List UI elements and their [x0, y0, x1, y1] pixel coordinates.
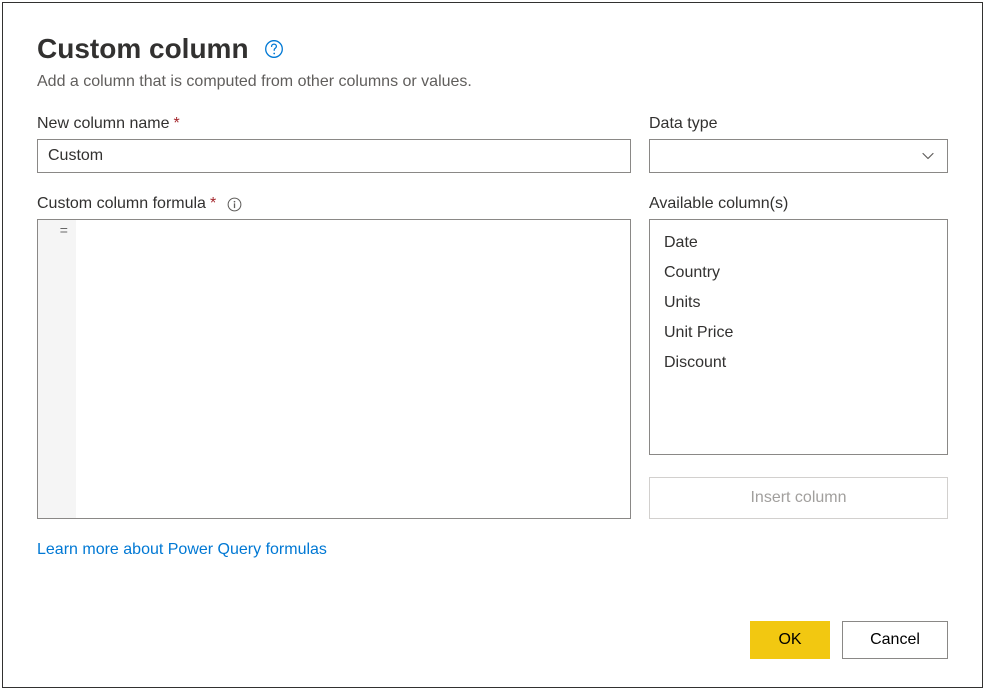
required-mark-icon: *: [174, 115, 180, 133]
new-column-name-label-text: New column name: [37, 115, 170, 133]
ok-button[interactable]: OK: [750, 621, 830, 659]
list-item[interactable]: Country: [664, 258, 933, 288]
footer-buttons: OK Cancel: [750, 621, 948, 659]
cancel-button[interactable]: Cancel: [842, 621, 948, 659]
learn-more-link[interactable]: Learn more about Power Query formulas: [37, 541, 327, 559]
formula-textarea[interactable]: [76, 220, 630, 518]
insert-column-button[interactable]: Insert column: [649, 477, 948, 519]
list-item[interactable]: Discount: [664, 348, 933, 378]
data-type-label: Data type: [649, 115, 948, 133]
info-icon[interactable]: [226, 196, 242, 212]
list-item[interactable]: Unit Price: [664, 318, 933, 348]
dialog-description: Add a column that is computed from other…: [37, 73, 948, 91]
dialog-title: Custom column: [37, 33, 249, 65]
custom-column-formula-label: Custom column formula *: [37, 195, 631, 213]
formula-editor[interactable]: =: [37, 219, 631, 519]
custom-column-formula-label-text: Custom column formula: [37, 195, 206, 213]
help-icon[interactable]: [263, 38, 285, 60]
list-item[interactable]: Units: [664, 288, 933, 318]
list-item[interactable]: Date: [664, 228, 933, 258]
available-columns-list: Date Country Units Unit Price Discount: [649, 219, 948, 455]
new-column-name-label: New column name *: [37, 115, 631, 133]
available-columns-label: Available column(s): [649, 195, 948, 213]
top-fields-row: New column name * Data type: [37, 115, 948, 173]
formula-gutter: =: [38, 220, 76, 518]
data-type-select[interactable]: [649, 139, 948, 173]
header-row: Custom column: [37, 33, 948, 65]
new-column-name-input[interactable]: [37, 139, 631, 173]
required-mark-icon: *: [210, 195, 216, 213]
custom-column-dialog: Custom column Add a column that is compu…: [2, 2, 983, 688]
chevron-down-icon: [921, 149, 935, 163]
main-editor-row: Custom column formula * = Available colu…: [37, 195, 948, 519]
